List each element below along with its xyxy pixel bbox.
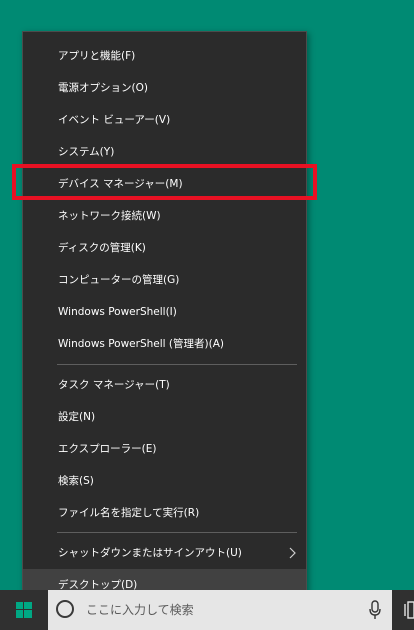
menu-item-run[interactable]: ファイル名を指定して実行(R) xyxy=(23,497,306,529)
search-placeholder: ここに入力して検索 xyxy=(86,603,194,617)
menu-divider xyxy=(57,364,297,365)
menu-item-explorer[interactable]: エクスプローラー(E) xyxy=(23,433,306,465)
menu-item-apps-features[interactable]: アプリと機能(F) xyxy=(23,40,306,72)
search-circle-icon xyxy=(56,600,74,618)
menu-item-settings[interactable]: 設定(N) xyxy=(23,401,306,433)
chevron-right-icon xyxy=(284,537,300,569)
windows-logo-icon xyxy=(16,602,32,618)
task-view-icon[interactable] xyxy=(402,600,414,620)
menu-item-label: シャットダウンまたはサインアウト(U) xyxy=(58,547,242,559)
taskbar: ここに入力して検索 xyxy=(0,590,414,630)
microphone-icon[interactable] xyxy=(368,600,382,620)
menu-item-search[interactable]: 検索(S) xyxy=(23,465,306,497)
menu-item-event-viewer[interactable]: イベント ビューアー(V) xyxy=(23,104,306,136)
menu-item-powershell-admin[interactable]: Windows PowerShell (管理者)(A) xyxy=(23,328,306,360)
search-box[interactable]: ここに入力して検索 xyxy=(48,590,392,630)
menu-item-task-manager[interactable]: タスク マネージャー(T) xyxy=(23,369,306,401)
menu-item-computer-management[interactable]: コンピューターの管理(G) xyxy=(23,264,306,296)
start-button[interactable] xyxy=(0,590,48,630)
menu-item-network-connections[interactable]: ネットワーク接続(W) xyxy=(23,200,306,232)
menu-item-device-manager[interactable]: デバイス マネージャー(M) xyxy=(23,168,306,200)
menu-item-powershell[interactable]: Windows PowerShell(I) xyxy=(23,296,306,328)
winx-context-menu: アプリと機能(F) 電源オプション(O) イベント ビューアー(V) システム(… xyxy=(22,31,307,603)
menu-item-shutdown-signout[interactable]: シャットダウンまたはサインアウト(U) xyxy=(23,537,306,569)
menu-divider xyxy=(57,532,297,533)
menu-item-power-options[interactable]: 電源オプション(O) xyxy=(23,72,306,104)
menu-item-disk-management[interactable]: ディスクの管理(K) xyxy=(23,232,306,264)
menu-item-system[interactable]: システム(Y) xyxy=(23,136,306,168)
